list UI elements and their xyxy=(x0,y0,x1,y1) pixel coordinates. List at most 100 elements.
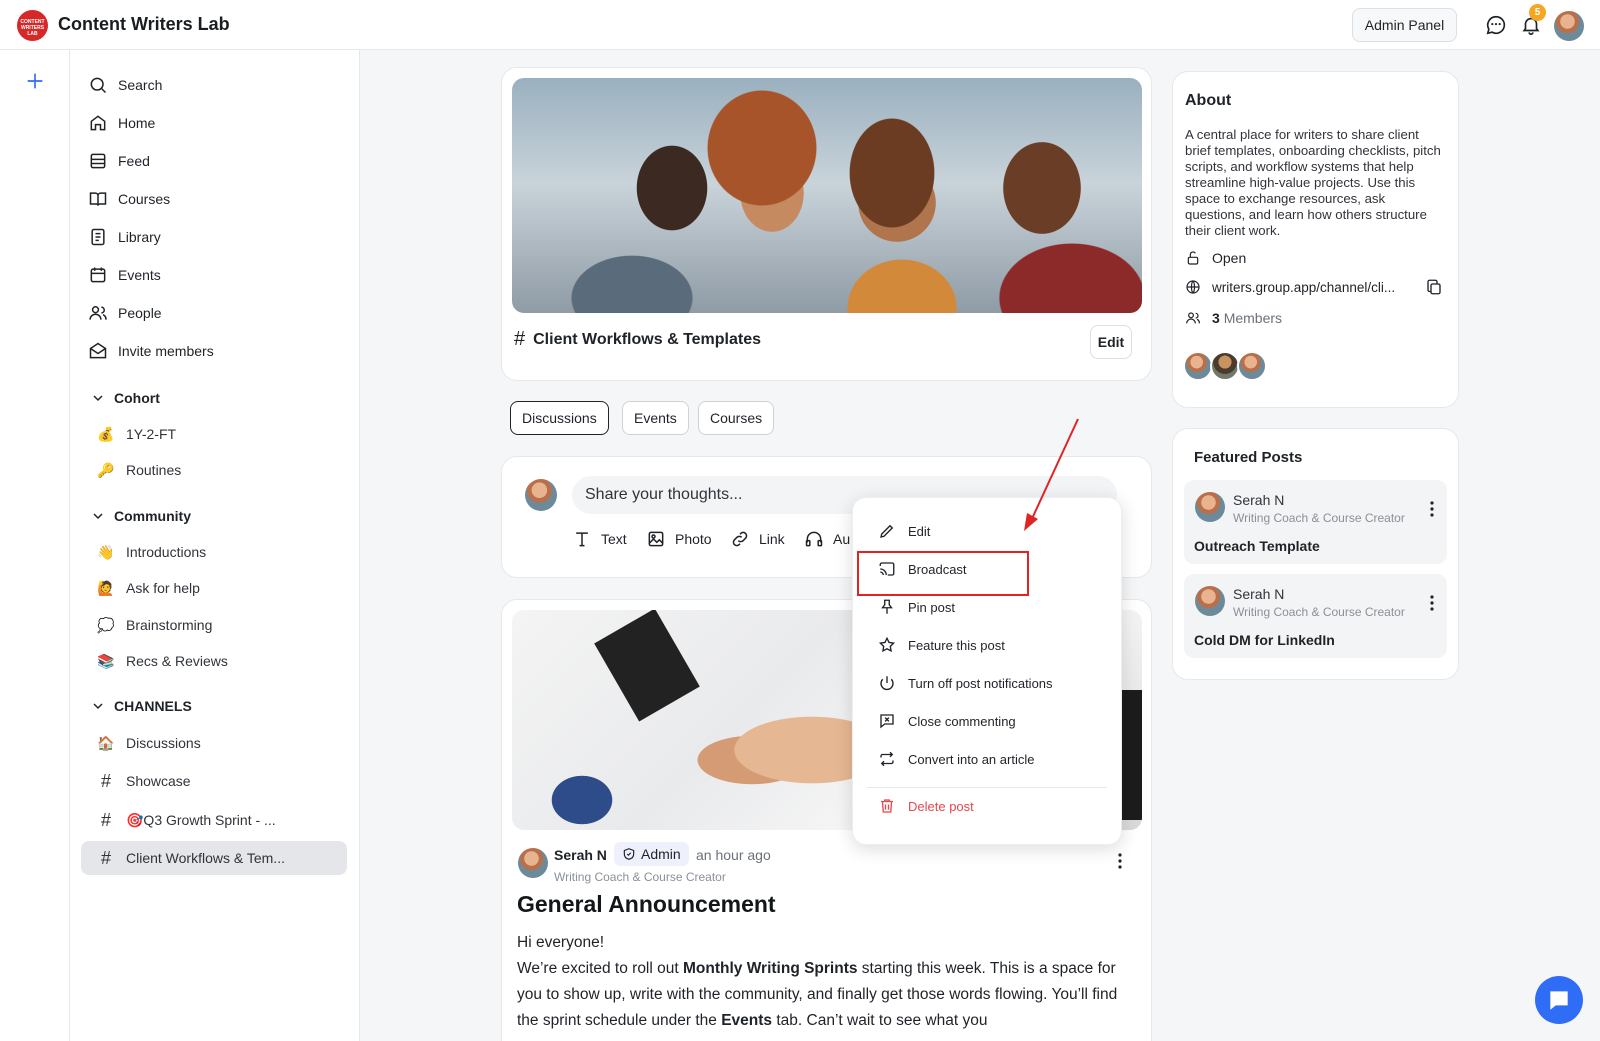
menu-item-close-commenting[interactable]: Close commenting xyxy=(878,709,1016,733)
sidebar-item-discussions[interactable]: 🏠 Discussions xyxy=(96,726,362,760)
menu-item-turn-off-notifications[interactable]: Turn off post notifications xyxy=(878,671,1053,695)
sidebar-item-people[interactable]: People xyxy=(88,298,162,328)
featured-author-name: Serah N xyxy=(1233,492,1285,508)
notification-badge: 5 xyxy=(1529,4,1546,21)
composer-link-button[interactable]: Link xyxy=(730,529,785,549)
menu-item-label: Turn off post notifications xyxy=(908,675,1053,691)
sidebar-item-label: Discussions xyxy=(126,735,201,751)
menu-item-convert-article[interactable]: Convert into an article xyxy=(878,747,1034,771)
app-logo[interactable]: CONTENT WRITERS LAB xyxy=(17,10,48,41)
featured-post-item[interactable]: Serah N Writing Coach & Course Creator O… xyxy=(1184,480,1447,564)
tab-discussions[interactable]: Discussions xyxy=(510,401,609,435)
post-title[interactable]: General Announcement xyxy=(517,891,776,918)
pencil-icon xyxy=(880,524,894,538)
menu-item-pin-post[interactable]: Pin post xyxy=(878,595,955,619)
power-icon xyxy=(880,676,894,691)
post-author-avatar[interactable] xyxy=(518,848,548,878)
featured-post-title: Cold DM for LinkedIn xyxy=(1194,632,1335,648)
sidebar-item-label: Courses xyxy=(118,191,171,207)
chat-icon[interactable] xyxy=(1485,14,1507,36)
members-label: Members xyxy=(1223,310,1283,326)
channel-url[interactable]: writers.group.app/channel/cli... xyxy=(1185,279,1447,295)
member-avatar[interactable] xyxy=(1237,351,1267,381)
menu-item-label: Edit xyxy=(908,523,931,539)
featured-options-icon[interactable] xyxy=(1430,595,1434,611)
headphones-icon xyxy=(805,531,823,547)
sidebar-item-label: Invite members xyxy=(118,343,214,359)
sidebar-item-label: Ask for help xyxy=(126,580,200,596)
link-icon xyxy=(732,531,748,547)
sidebar-item-events[interactable]: Events xyxy=(88,260,161,290)
featured-post-item[interactable]: Serah N Writing Coach & Course Creator C… xyxy=(1184,574,1447,658)
sidebar-item-label: Feed xyxy=(118,153,150,169)
user-avatar[interactable] xyxy=(1554,11,1584,41)
sidebar-item-showcase[interactable]: # Showcase xyxy=(96,764,362,798)
featured-options-icon[interactable] xyxy=(1430,501,1434,517)
post-options-icon[interactable] xyxy=(1118,853,1122,869)
composer-text-button[interactable]: Text xyxy=(572,529,627,549)
sidebar-item-label: Home xyxy=(118,115,156,131)
section-cohort[interactable]: Cohort xyxy=(90,390,160,406)
unlock-icon xyxy=(1187,251,1199,265)
envelope-icon xyxy=(89,342,107,359)
app-title[interactable]: Content Writers Lab xyxy=(58,14,230,35)
menu-item-label: Feature this post xyxy=(908,637,1005,653)
add-community-icon[interactable] xyxy=(24,70,46,92)
channel-title: # Client Workflows & Templates xyxy=(514,328,761,351)
post-context-menu: Edit Broadcast Pin post Feature this pos… xyxy=(852,497,1122,845)
menu-item-feature-post[interactable]: Feature this post xyxy=(878,633,1005,657)
left-rail xyxy=(0,50,70,1041)
thought-bubble-icon: 💭 xyxy=(97,616,115,633)
top-bar: CONTENT WRITERS LAB Content Writers Lab … xyxy=(0,0,1600,50)
sidebar-item-client-workflows[interactable]: # Client Workflows & Tem... xyxy=(81,841,347,875)
sidebar-item-recs-reviews[interactable]: 📚 Recs & Reviews xyxy=(96,644,362,678)
chevron-down-icon xyxy=(93,513,103,520)
sidebar-item-feed[interactable]: Feed xyxy=(88,146,150,176)
sidebar-item-1y-2-ft[interactable]: 💰 1Y-2-FT xyxy=(96,417,362,451)
money-bag-icon: 💰 xyxy=(97,425,115,442)
sidebar-item-search[interactable]: Search xyxy=(88,70,162,100)
sidebar-item-introductions[interactable]: 👋 Introductions xyxy=(96,535,362,569)
sidebar-item-q3-growth-sprint[interactable]: # 🎯Q3 Growth Sprint - ... xyxy=(96,803,362,837)
sidebar-item-label: Events xyxy=(118,267,161,283)
composer-photo-button[interactable]: Photo xyxy=(646,529,712,549)
copy-icon[interactable] xyxy=(1425,278,1443,296)
sidebar-item-library[interactable]: Library xyxy=(88,222,161,252)
tab-events[interactable]: Events xyxy=(622,401,689,435)
sidebar-item-ask-for-help[interactable]: 🙋 Ask for help xyxy=(96,571,362,605)
section-community[interactable]: Community xyxy=(90,508,191,524)
member-avatar[interactable] xyxy=(1183,351,1213,381)
key-icon: 🔑 xyxy=(97,461,115,478)
menu-divider xyxy=(867,787,1107,788)
channel-url-text: writers.group.app/channel/cli... xyxy=(1212,279,1396,295)
sidebar-item-label: 1Y-2-FT xyxy=(126,426,177,442)
tab-courses[interactable]: Courses xyxy=(698,401,775,435)
menu-item-label: Convert into an article xyxy=(908,751,1035,767)
wave-icon: 👋 xyxy=(97,543,115,560)
section-channels[interactable]: CHANNELS xyxy=(90,698,192,714)
post-author-name[interactable]: Serah N xyxy=(554,847,607,863)
admin-badge: Admin xyxy=(614,842,689,866)
sidebar-item-routines[interactable]: 🔑 Routines xyxy=(96,453,362,487)
featured-posts-title: Featured Posts xyxy=(1194,449,1303,466)
about-card: About A central place for writers to sha… xyxy=(1172,71,1459,408)
globe-icon xyxy=(1186,280,1200,294)
menu-item-edit[interactable]: Edit xyxy=(878,519,930,543)
photo-icon xyxy=(648,531,664,547)
post-paragraph: We’re excited to roll out Monthly Writin… xyxy=(517,956,1132,1034)
tool-label: Photo xyxy=(675,531,712,547)
hash-icon: # xyxy=(514,328,526,350)
sidebar-item-courses[interactable]: Courses xyxy=(88,184,170,214)
member-count-row[interactable]: 3 Members xyxy=(1185,310,1282,326)
sidebar-item-invite-members[interactable]: Invite members xyxy=(88,336,214,366)
menu-item-delete-post[interactable]: Delete post xyxy=(878,794,974,818)
star-icon xyxy=(878,636,896,653)
chat-bubble-icon xyxy=(1550,991,1568,1010)
admin-panel-button[interactable]: Admin Panel xyxy=(1352,8,1457,42)
edit-channel-button[interactable]: Edit xyxy=(1090,325,1132,359)
sidebar-item-brainstorming[interactable]: 💭 Brainstorming xyxy=(96,608,362,642)
member-avatar[interactable] xyxy=(1210,351,1240,381)
sidebar-item-home[interactable]: Home xyxy=(88,108,155,138)
chat-support-button[interactable] xyxy=(1535,976,1583,1024)
composer-audio-button[interactable]: Au xyxy=(804,529,850,549)
